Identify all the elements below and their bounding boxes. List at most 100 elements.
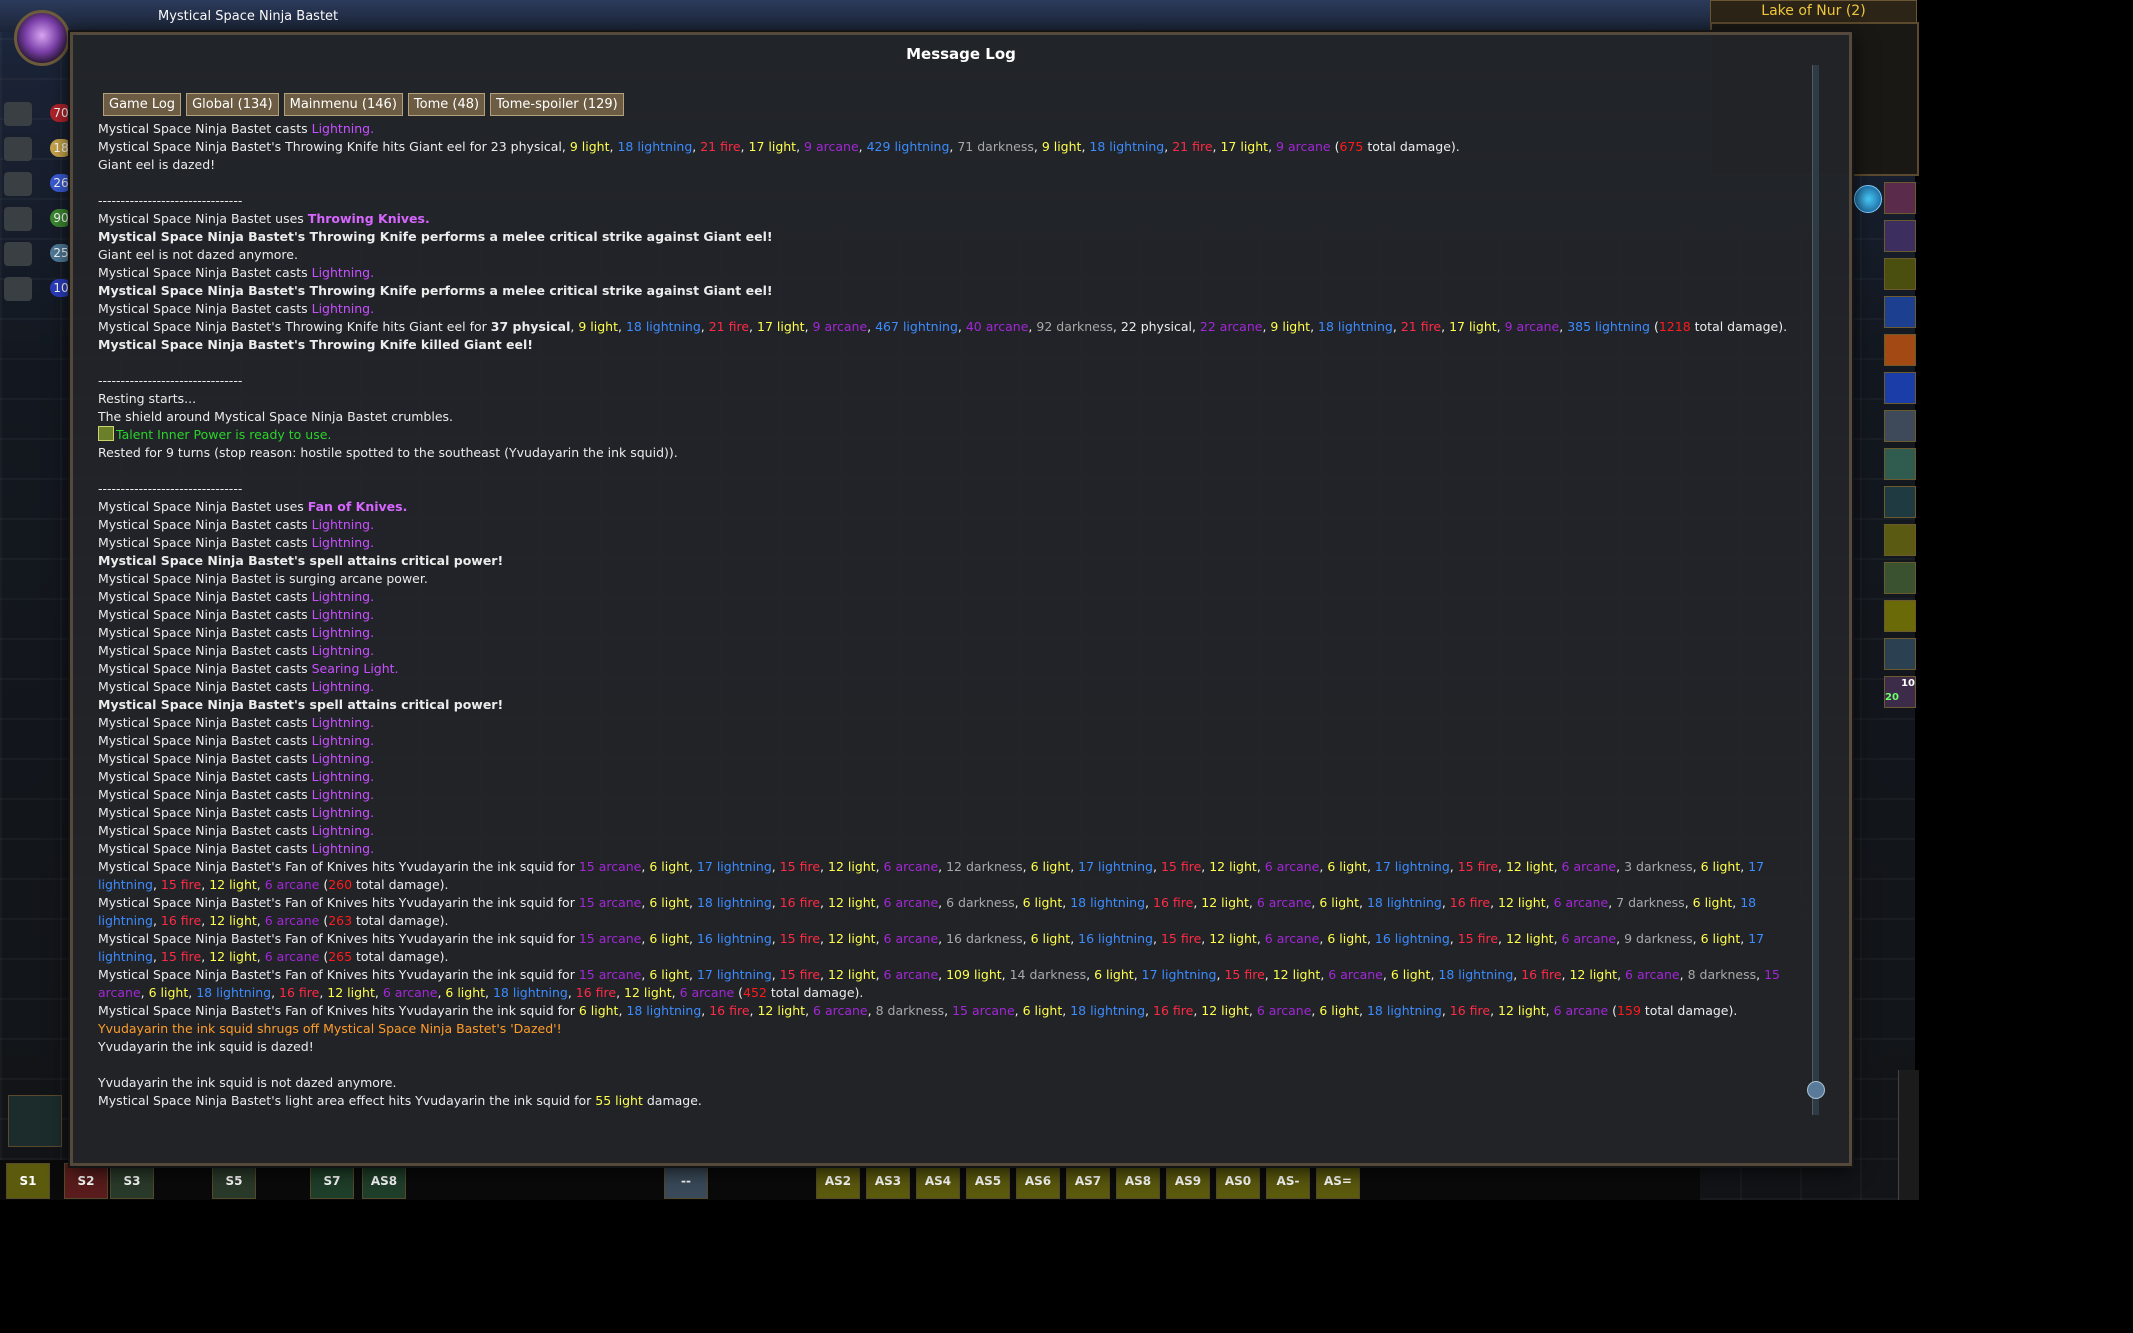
log-segment: 6 light xyxy=(148,985,189,1000)
log-segment: , xyxy=(867,319,876,334)
hotkey-slot[interactable]: AS3 xyxy=(866,1163,910,1199)
log-segment: Mystical Space Ninja Bastet casts xyxy=(98,625,312,640)
log-segment: 12 light xyxy=(828,895,876,910)
log-segment: , xyxy=(700,319,709,334)
tab-mainmenu[interactable]: Mainmenu (146) xyxy=(283,93,403,116)
log-segment: Talent Inner Power is ready to use. xyxy=(116,427,332,442)
hotkey-slot[interactable]: AS- xyxy=(1266,1163,1310,1199)
log-segment: Resting starts... xyxy=(98,391,197,406)
effect-orb-icon[interactable] xyxy=(1854,185,1882,213)
tools-panel[interactable] xyxy=(8,1095,62,1147)
log-segment: 6 light xyxy=(649,967,689,982)
log-segment: , 22 physical, xyxy=(1112,319,1200,334)
shield-icon[interactable] xyxy=(1884,372,1916,404)
log-segment: 12 light xyxy=(1209,931,1257,946)
log-segment: Mystical Space Ninja Bastet's Throwing K… xyxy=(98,229,773,244)
hotkey-slot[interactable]: AS6 xyxy=(1016,1163,1060,1199)
log-segment: , xyxy=(1145,895,1153,910)
log-segment: Mystical Space Ninja Bastet casts xyxy=(98,733,312,748)
hotkey-slot[interactable]: S7 xyxy=(310,1163,354,1199)
log-line: Mystical Space Ninja Bastet casts Lightn… xyxy=(98,768,1803,786)
log-segment: , xyxy=(1441,1003,1450,1018)
hotkey-slot[interactable]: AS2 xyxy=(816,1163,860,1199)
tab-game-log[interactable]: Game Log xyxy=(103,93,182,116)
log-segment: 15 fire xyxy=(779,931,821,946)
hotkey-slot[interactable]: AS0 xyxy=(1216,1163,1260,1199)
log-segment: Lightning. xyxy=(311,769,375,784)
log-segment: 260 xyxy=(328,877,353,892)
hotkey-slot[interactable]: S1 xyxy=(6,1163,50,1199)
effect-icon[interactable] xyxy=(1884,638,1916,670)
log-segment: , xyxy=(938,859,947,874)
resource-value: 70 xyxy=(50,104,72,122)
dialog-title: Message Log xyxy=(906,45,1016,63)
resource-bars: 70 18 26 90 25 10 xyxy=(0,100,72,310)
effect-count: 10 xyxy=(1901,678,1915,689)
log-segment: 12 light xyxy=(828,859,876,874)
log-segment: 12 light xyxy=(209,913,257,928)
log-segment: , xyxy=(1145,1003,1153,1018)
hotkey-slot[interactable]: AS8 xyxy=(1116,1163,1160,1199)
log-segment: , xyxy=(1490,895,1499,910)
log-segment: Lightning. xyxy=(311,715,375,730)
log-segment: 12 light xyxy=(209,877,257,892)
log-segment: , xyxy=(875,859,884,874)
log-segment: , xyxy=(1740,859,1749,874)
log-segment: , xyxy=(1684,895,1693,910)
positive-energy-icon xyxy=(4,242,32,266)
hotkey-slot[interactable]: AS8 xyxy=(362,1163,406,1199)
hotkey-slot[interactable]: AS9 xyxy=(1166,1163,1210,1199)
hotkey-slot[interactable]: S5 xyxy=(212,1163,256,1199)
scrollbar-thumb[interactable] xyxy=(1807,1081,1825,1099)
log-segment: , xyxy=(1359,895,1367,910)
hotkey-slot[interactable]: AS7 xyxy=(1066,1163,1110,1199)
log-segment: , xyxy=(1164,139,1173,154)
log-line: Mystical Space Ninja Bastet casts Lightn… xyxy=(98,678,1803,696)
effect-icon[interactable]: 10 20 xyxy=(1884,676,1916,708)
log-line: Mystical Space Ninja Bastet casts Lightn… xyxy=(98,750,1803,768)
resource-row: 90 xyxy=(0,205,72,233)
log-segment: Mystical Space Ninja Bastet casts xyxy=(98,805,312,820)
character-portrait[interactable] xyxy=(14,10,70,66)
tab-tome-spoiler[interactable]: Tome-spoiler (129) xyxy=(490,93,624,116)
log-segment: 16 darkness xyxy=(946,931,1023,946)
log-segment: -------------------------------- xyxy=(98,193,243,208)
log-segment: -------------------------------- xyxy=(98,373,243,388)
effect-icon[interactable] xyxy=(1884,334,1916,366)
log-segment: 15 fire xyxy=(1457,931,1499,946)
scrollbar[interactable] xyxy=(1812,65,1819,1115)
log-segment: 12 light xyxy=(1498,1003,1546,1018)
shield-icon[interactable] xyxy=(1884,296,1916,328)
effect-icon[interactable] xyxy=(1884,448,1916,480)
tab-global[interactable]: Global (134) xyxy=(186,93,279,116)
log-segment: , xyxy=(1264,967,1273,982)
log-segment: 17 light xyxy=(748,139,797,154)
hotkey-slot[interactable]: S2 xyxy=(64,1163,108,1199)
effect-icon[interactable] xyxy=(1884,600,1916,632)
effect-icon[interactable] xyxy=(1884,486,1916,518)
log-segment: ( xyxy=(1608,1003,1618,1018)
log-segment: 17 light xyxy=(757,319,805,334)
log-segment: Mystical Space Ninja Bastet casts xyxy=(98,301,312,316)
tab-tome[interactable]: Tome (48) xyxy=(407,93,486,116)
effect-icon[interactable] xyxy=(1884,562,1916,594)
hotkey-slot[interactable]: AS4 xyxy=(916,1163,960,1199)
log-segment: 17 lightning xyxy=(696,967,772,982)
effect-icon[interactable] xyxy=(1884,220,1916,252)
log-segment: , xyxy=(1014,1003,1023,1018)
zone-name: Lake of Nur (2) xyxy=(1710,0,1917,24)
log-segment: 385 lightning xyxy=(1567,319,1650,334)
log-segment: 6 arcane xyxy=(883,931,939,946)
hotkey-slot[interactable]: -- xyxy=(664,1163,708,1199)
hotkey-slot[interactable]: AS= xyxy=(1316,1163,1360,1199)
effect-icon[interactable] xyxy=(1884,258,1916,290)
hotkey-slot[interactable]: S3 xyxy=(110,1163,154,1199)
effect-icon[interactable] xyxy=(1884,524,1916,556)
resource-row: 18 xyxy=(0,135,72,163)
effect-icon[interactable] xyxy=(1884,410,1916,442)
hotkey-slot[interactable]: AS5 xyxy=(966,1163,1010,1199)
effect-icon[interactable] xyxy=(1884,182,1916,214)
log-segment: , xyxy=(820,967,828,982)
